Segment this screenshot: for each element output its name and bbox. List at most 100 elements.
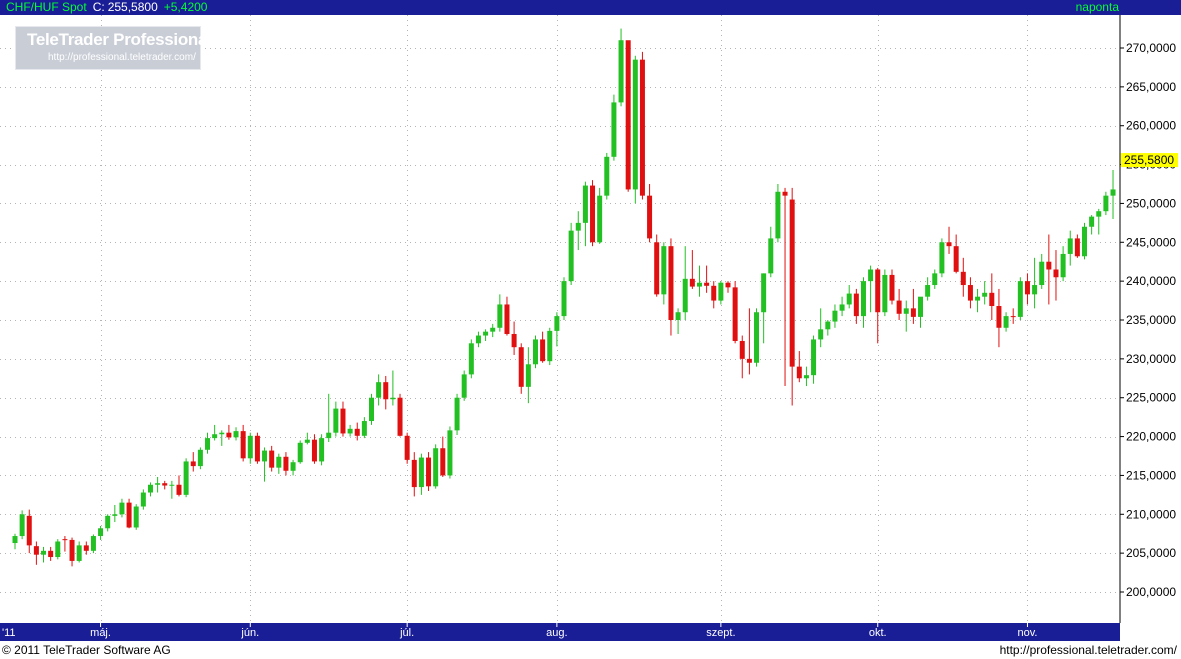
candle-body — [953, 246, 959, 272]
candle-body — [169, 484, 175, 486]
candle-body — [561, 281, 567, 317]
x-tick-label: szept. — [706, 627, 735, 639]
candle-body — [739, 340, 745, 359]
candle-body — [140, 492, 146, 507]
candle — [611, 94, 617, 161]
candle-body — [1103, 195, 1109, 212]
candle-body — [547, 330, 553, 362]
candle-body — [725, 282, 731, 288]
candle-body — [932, 273, 938, 286]
candle-body — [262, 450, 268, 462]
candle — [732, 281, 738, 344]
candle-body — [825, 321, 831, 330]
y-axis-ticks: 200,0000 205,0000 210,0000 215,0000 220,0000… — [1120, 41, 1176, 599]
candle-body — [297, 442, 303, 463]
candle-body — [319, 438, 325, 462]
candle — [618, 28, 624, 107]
candle-body — [468, 343, 474, 375]
candle-body — [918, 296, 924, 317]
x-tick-label: okt. — [869, 627, 887, 639]
candle — [590, 180, 596, 247]
candle-body — [1017, 281, 1023, 317]
candle — [468, 339, 474, 379]
candle-body — [975, 296, 981, 301]
candle-body — [996, 306, 1002, 328]
candle-body — [205, 438, 211, 450]
y-tick-label: 225,0000 — [1126, 391, 1176, 405]
x-tick-label: '11 — [2, 627, 16, 639]
candle-body — [233, 431, 239, 438]
candle — [639, 51, 645, 200]
candle-body — [1024, 281, 1030, 295]
candle — [133, 504, 139, 530]
candle-body — [696, 282, 702, 287]
candle — [518, 343, 524, 394]
candle-body — [967, 285, 973, 301]
candle-body — [376, 382, 382, 398]
candle-body — [83, 545, 89, 551]
candle-body — [754, 312, 760, 363]
candle — [55, 539, 61, 560]
candle-body — [1053, 269, 1059, 278]
candle — [1082, 222, 1087, 260]
candle-body — [62, 539, 68, 541]
last-price-label: 255,5800 — [1124, 153, 1174, 167]
candle-body — [1074, 238, 1080, 257]
candle-body — [1096, 211, 1102, 217]
candle-body — [768, 238, 774, 274]
candle — [454, 393, 460, 436]
candle-body — [333, 408, 339, 433]
x-tick-label: júl. — [399, 627, 414, 639]
candle-body — [340, 408, 346, 434]
candle-body — [98, 528, 104, 537]
candle-body — [283, 456, 289, 471]
candle — [775, 184, 781, 243]
y-tick-label: 220,0000 — [1126, 430, 1176, 444]
candle-body — [354, 428, 360, 436]
price-chart[interactable]: 200,0000 205,0000 210,0000 215,0000 220,0000… — [0, 0, 1181, 641]
candle-body — [105, 515, 111, 529]
y-tick-label: 245,0000 — [1126, 235, 1176, 249]
candle — [1017, 277, 1023, 320]
y-tick-label: 270,0000 — [1126, 41, 1176, 55]
candle-body — [26, 515, 32, 546]
candle — [604, 152, 610, 200]
candle-body — [411, 459, 417, 488]
candle-body — [511, 333, 517, 348]
candle-body — [746, 358, 752, 363]
candle — [597, 187, 603, 244]
candle-body — [383, 382, 389, 400]
candle-body — [269, 450, 275, 468]
candle-body — [475, 335, 481, 344]
candle-body — [433, 448, 439, 487]
y-tick-label: 210,0000 — [1126, 507, 1176, 521]
candle-body — [882, 274, 888, 313]
candle-body — [732, 287, 738, 341]
candle — [319, 434, 325, 466]
candle-body — [147, 484, 153, 493]
footer-url[interactable]: http://professional.teletrader.com/ — [1000, 641, 1177, 659]
candle-body — [226, 432, 232, 438]
candle-body — [483, 331, 489, 336]
candle-body — [1082, 226, 1087, 257]
candle-body — [1046, 261, 1052, 270]
candle-body — [119, 502, 125, 515]
candle — [447, 426, 453, 479]
candle-body — [240, 431, 246, 459]
candle — [461, 370, 467, 401]
candle-body — [48, 550, 54, 558]
plot-area — [0, 15, 1120, 623]
copyright-text: © 2011 TeleTrader Software AG — [2, 643, 171, 657]
x-tick-label: aug. — [546, 627, 567, 639]
candle-body — [369, 397, 374, 422]
candle-body — [889, 274, 895, 301]
candle-body — [1003, 316, 1009, 328]
footer: © 2011 TeleTrader Software AG http://pro… — [0, 641, 1181, 659]
candle-body — [304, 439, 310, 443]
candle-body — [654, 242, 660, 295]
candle-body — [190, 461, 196, 467]
candle-body — [397, 397, 403, 436]
last-price-marker: 255,5800 — [1121, 153, 1178, 168]
candle-body — [796, 366, 802, 379]
candle-body — [939, 242, 945, 274]
